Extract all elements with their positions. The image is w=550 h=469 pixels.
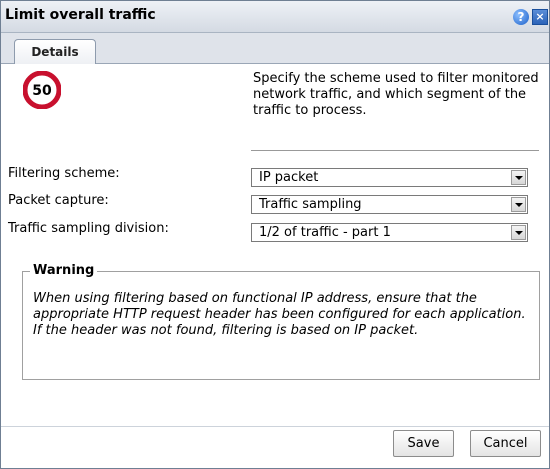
cancel-button[interactable]: Cancel [470, 430, 541, 457]
save-button[interactable]: Save [393, 430, 454, 457]
chevron-down-icon[interactable] [511, 170, 526, 185]
packet-capture-select[interactable]: Traffic sampling [251, 195, 528, 214]
description-text: Specify the scheme used to filter monito… [253, 71, 539, 118]
tab-details[interactable]: Details [14, 39, 96, 64]
filtering-scheme-select[interactable]: IP packet [251, 168, 528, 187]
footer-divider [1, 426, 549, 427]
speed-limit-sign-icon: 50 [23, 71, 61, 109]
chevron-down-icon[interactable] [511, 225, 526, 240]
warning-text: When using filtering based on functional… [33, 291, 526, 338]
filtering-scheme-label: Filtering scheme: [8, 166, 120, 181]
packet-capture-value: Traffic sampling [259, 197, 362, 212]
speed-limit-value: 50 [32, 83, 52, 99]
title-bar: Limit overall traffic ? × [1, 1, 549, 33]
limit-traffic-dialog: Limit overall traffic ? × Details 50 Spe… [0, 0, 550, 469]
warning-title: Warning [30, 263, 98, 279]
dialog-title: Limit overall traffic [5, 7, 156, 23]
filtering-scheme-value: IP packet [259, 170, 319, 185]
chevron-down-icon[interactable] [511, 197, 526, 212]
tab-strip: Details [1, 33, 549, 64]
packet-capture-label: Packet capture: [8, 193, 109, 208]
help-icon[interactable]: ? [513, 9, 529, 25]
close-icon[interactable]: × [532, 9, 548, 25]
traffic-sampling-division-select[interactable]: 1/2 of traffic - part 1 [251, 223, 528, 242]
traffic-sampling-division-label: Traffic sampling division: [8, 221, 169, 236]
traffic-sampling-division-value: 1/2 of traffic - part 1 [259, 225, 391, 240]
header-divider [251, 150, 539, 151]
